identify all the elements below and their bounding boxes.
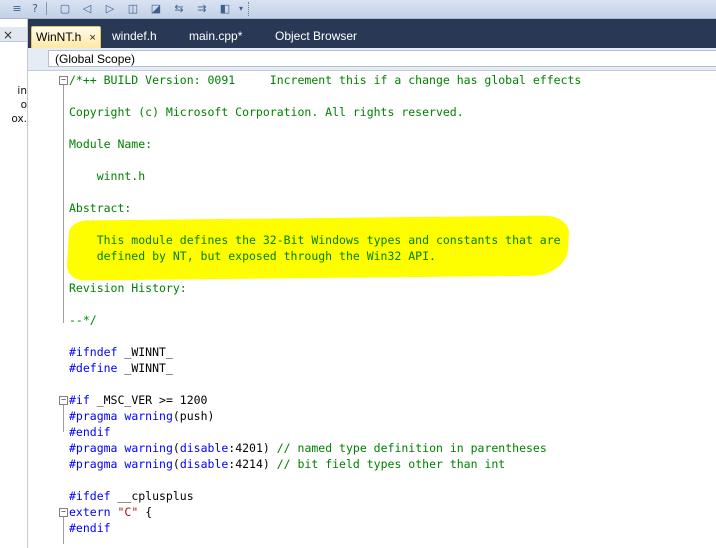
code-token: #define [69, 361, 118, 375]
bookmark-icon[interactable]: ◫ [126, 1, 140, 15]
code-token: (push) [172, 409, 215, 423]
bookmark-disable-icon[interactable]: ⇉ [195, 1, 209, 15]
outline-line [63, 404, 64, 432]
help-icon[interactable]: ? [28, 1, 42, 15]
code-line: #ifndef _WINNT_ [69, 344, 173, 360]
tab-close-icon[interactable]: × [89, 32, 95, 44]
code-token: warning [124, 441, 173, 455]
left-panel: × in o ox. [0, 19, 28, 548]
code-line: This module defines the 32-Bit Windows t… [69, 232, 561, 248]
editor-gutter [28, 71, 58, 548]
tab-label: Object Browser [275, 29, 358, 43]
code-line: --*/ [69, 312, 97, 328]
scope-value: (Global Scope) [55, 52, 136, 66]
code-token: disable [179, 441, 229, 455]
code-token: --*/ [69, 313, 97, 327]
left-panel-text: ox. [11, 113, 27, 125]
bookmark-next-icon[interactable]: ▷ [103, 1, 117, 15]
collapse-icon[interactable]: − [59, 76, 68, 85]
code-line: #endif [69, 520, 111, 536]
code-line: #pragma warning(disable:4214) // bit fie… [69, 456, 505, 472]
code-line: extern "C" { [69, 504, 152, 520]
code-token: #ifndef [69, 345, 118, 359]
close-icon[interactable]: × [3, 28, 13, 42]
code-editor[interactable]: − − − /*++ BUILD Version: 0091 Increment… [28, 71, 716, 548]
code-line: Module Name: [69, 136, 152, 152]
code-line: #endif [69, 424, 111, 440]
tab-winnt-h[interactable]: WinNT.h × [31, 26, 101, 48]
scope-dropdown[interactable]: (Global Scope) [48, 50, 716, 67]
bookmark-prev-icon[interactable]: ◁ [80, 1, 94, 15]
code-token: { [138, 505, 153, 519]
tab-main-cpp[interactable]: main.cpp* [189, 26, 242, 47]
code-line: defined by NT, but exposed through the W… [69, 248, 436, 264]
code-token: :4214) [228, 457, 277, 471]
code-token: "C" [117, 505, 139, 519]
code-token: #endif [69, 425, 111, 439]
code-token: Copyright (c) Microsoft Corporation. All… [69, 105, 464, 119]
document-icon[interactable]: ▢ [58, 1, 72, 15]
code-line: #ifdef __cplusplus [69, 488, 194, 504]
tab-label: main.cpp* [189, 29, 243, 43]
tab-label: WinNT.h [36, 30, 82, 44]
code-line: #if _MSC_VER >= 1200 [69, 392, 207, 408]
code-token: defined by NT, but exposed through the W… [69, 249, 436, 263]
toolbar-grip[interactable] [248, 2, 251, 16]
code-token: #if [69, 393, 90, 407]
code-line: Copyright (c) Microsoft Corporation. All… [69, 104, 464, 120]
code-token: #pragma [69, 441, 118, 455]
outline-line [63, 83, 64, 323]
navigation-bar: (Global Scope) [28, 48, 716, 71]
code-line: /*++ BUILD Version: 0091 Increment this … [69, 72, 581, 88]
code-token: Revision History: [69, 281, 187, 295]
left-panel-text: in [17, 85, 27, 97]
outline-line [63, 516, 64, 544]
code-line: #define _WINNT_ [69, 360, 173, 376]
left-panel-text: o [20, 99, 27, 111]
code-line: #pragma warning(disable:4201) // named t… [69, 440, 547, 456]
code-token: disable [179, 457, 229, 471]
tab-object-browser[interactable]: Object Browser [275, 26, 357, 47]
tab-windef-h[interactable]: windef.h [112, 26, 157, 47]
code-line: #pragma warning(push) [69, 408, 214, 424]
bookmark-folder-icon[interactable]: ◪ [149, 1, 163, 15]
code-token: // named type definition in parentheses [276, 441, 547, 455]
code-token: #pragma [69, 457, 118, 471]
toolbar-separator [46, 2, 47, 15]
code-token: __cplusplus [110, 489, 194, 503]
dropdown-icon[interactable]: ▾ [234, 1, 248, 15]
bookmark-toggle-icon[interactable]: ◧ [218, 1, 232, 15]
code-line: winnt.h [69, 168, 145, 184]
code-token: ( [172, 441, 180, 455]
code-token: /*++ BUILD Version: 0091 Increment this … [69, 73, 582, 87]
code-token: :4201) [228, 441, 277, 455]
code-token: #endif [69, 521, 111, 535]
tab-label: windef.h [112, 29, 157, 43]
toolbar: ≡ ? ▢ ◁ ▷ ◫ ◪ ⇆ ⇉ ◧ ▾ [0, 0, 716, 19]
code-token: Abstract: [69, 201, 132, 215]
code-line: Revision History: [69, 280, 187, 296]
code-token: extern [69, 505, 111, 519]
collapse-icon[interactable]: − [59, 508, 68, 517]
code-token: warning [124, 457, 173, 471]
code-token: // bit field types other than int [276, 457, 506, 471]
code-token: winnt.h [69, 169, 146, 183]
bookmark-clear-icon[interactable]: ⇆ [172, 1, 186, 15]
document-tab-bar: WinNT.h × windef.h main.cpp* Object Brows… [28, 19, 716, 48]
code-token: warning [124, 409, 173, 423]
code-token: _MSC_VER >= 1200 [89, 393, 208, 407]
collapse-icon[interactable]: − [59, 396, 68, 405]
code-token: #pragma [69, 409, 118, 423]
code-token: #ifdef [69, 489, 111, 503]
indent-icon[interactable]: ≡ [10, 1, 24, 15]
code-token: Module Name: [69, 137, 153, 151]
code-token: This module defines the 32-Bit Windows t… [69, 233, 561, 247]
code-line: Abstract: [69, 200, 131, 216]
code-token: ( [172, 457, 180, 471]
code-token: _WINNT_ [117, 345, 173, 359]
code-token: _WINNT_ [117, 361, 173, 375]
